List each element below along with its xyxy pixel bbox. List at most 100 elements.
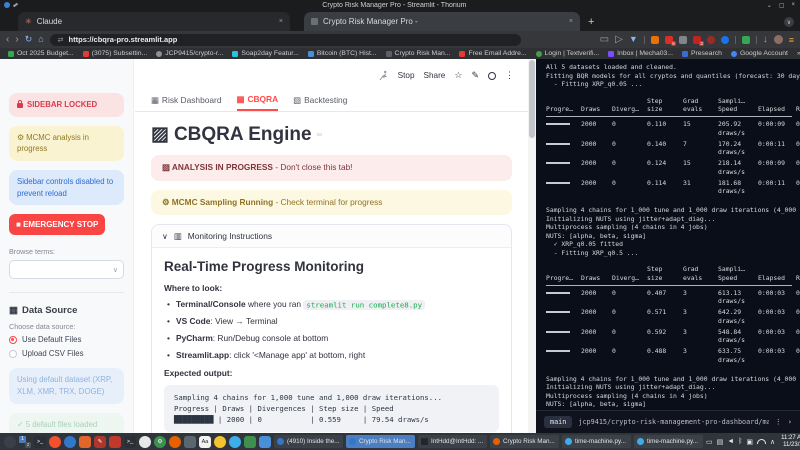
download-icon[interactable]: ↓ (763, 35, 768, 45)
github-icon[interactable] (488, 72, 496, 80)
terminal-launcher-icon[interactable]: >_ (34, 436, 46, 448)
keyboard-icon[interactable]: ▣ (746, 438, 753, 446)
fonts-icon[interactable]: Aa (199, 436, 211, 448)
taskbar-window-firefox[interactable]: Crypto Risk Man... (490, 435, 559, 448)
page-scrollbar[interactable] (528, 59, 536, 433)
browser-tab-claude[interactable]: ✳ Claude × (18, 12, 290, 31)
play-icon[interactable]: ▷ (615, 35, 623, 45)
minimize-button[interactable]: ⌄ (767, 2, 772, 9)
maps-icon[interactable]: ◦ (139, 436, 151, 448)
tab-search-button[interactable]: ∨ (784, 17, 794, 27)
bookmark-item[interactable]: (3075) Subsettin... (83, 50, 148, 57)
chain-progress-bar (546, 182, 570, 184)
bookmark-item[interactable]: Login | Textverifi... (536, 50, 600, 57)
browse-terms-select[interactable]: ∨ (9, 260, 124, 279)
impress-icon[interactable] (109, 436, 121, 448)
emergency-stop-button[interactable]: ■ EMERGENCY STOP (9, 214, 105, 235)
back-icon[interactable]: ‹ (6, 35, 9, 45)
bookmark-item[interactable]: Inbox | Mecha03... (608, 50, 673, 57)
profile-avatar[interactable] (774, 35, 783, 44)
clipboard-icon[interactable]: ▤ (717, 438, 724, 446)
taskbar-window-time-machine-1[interactable]: time-machine.py... (562, 435, 631, 448)
radio-upload-csv[interactable]: Upload CSV Files (9, 349, 124, 358)
chart-icon: ▧ (293, 95, 301, 105)
shield-icon[interactable] (707, 36, 715, 44)
bookmark-favicon (308, 51, 314, 57)
monitoring-instructions-expander: ∨ ▥ Monitoring Instructions Real-Time Pr… (151, 224, 512, 433)
extension-icon[interactable] (721, 36, 729, 44)
edit-icon[interactable]: ✎ (471, 70, 479, 81)
tool-icon[interactable] (79, 436, 91, 448)
forward-icon[interactable]: › (15, 35, 18, 45)
workspace-pager[interactable]: 1 2 (19, 436, 31, 448)
taskbar-window-inside-the[interactable]: (4910) Inside the... (274, 435, 343, 448)
bookmark-item[interactable]: Free Email Addre... (459, 50, 526, 57)
scrollbar-thumb[interactable] (529, 60, 535, 138)
bookmark-item[interactable]: Crypto Risk Man... (386, 50, 451, 57)
tab-close-icon[interactable]: × (569, 18, 573, 25)
anchor-link-icon[interactable]: ∞ (317, 130, 323, 139)
firefox-icon[interactable] (169, 436, 181, 448)
bookmark-item[interactable]: Google Account (731, 50, 788, 57)
maximize-button[interactable]: ▢ (779, 2, 785, 9)
settings-gear-icon[interactable]: ⚙ (154, 436, 166, 448)
taskbar-window-crypto-risk[interactable]: Crypto Risk Man... (346, 435, 415, 448)
chain-progress-bar (546, 331, 570, 333)
bookmark-item[interactable]: Soap2day Featur... (232, 50, 298, 57)
monitor-icon[interactable]: ▭ (706, 438, 713, 446)
tab-close-icon[interactable]: × (279, 18, 283, 25)
reload-icon[interactable]: ↻ (25, 35, 33, 44)
editor-icon[interactable] (184, 436, 196, 448)
extension-icon[interactable]: 6 (665, 36, 673, 44)
tray-expand-icon[interactable]: ∧ (770, 438, 775, 446)
tab-label: Crypto Risk Manager Pro - (323, 17, 418, 26)
terminal-launcher-icon[interactable]: >_ (124, 436, 136, 448)
folder-icon[interactable] (259, 436, 271, 448)
overflow-menu-icon[interactable]: ⋮ (505, 70, 514, 81)
brave-icon[interactable] (49, 436, 61, 448)
taskbar-window-time-machine-2[interactable]: time-machine.py... (634, 435, 703, 448)
stop-button[interactable]: Stop (398, 71, 415, 80)
extension-icon[interactable] (679, 36, 687, 44)
url-bar[interactable]: ⇄ https://cbqra-pro.streamlit.app (50, 34, 521, 46)
wrench-icon[interactable] (244, 436, 256, 448)
extension-icon[interactable] (651, 36, 659, 44)
radio-use-default-files[interactable]: Use Default Files (9, 335, 124, 344)
bookmark-item[interactable]: JCP9415/crypto-r... (156, 50, 223, 57)
star-icon[interactable]: ☆ (454, 70, 462, 81)
bookmark-item[interactable]: Presearch (682, 50, 722, 57)
bluetooth-icon[interactable]: ᛒ (738, 438, 742, 445)
git-branch-badge[interactable]: main (544, 416, 572, 428)
cast-icon[interactable]: ▭ (600, 35, 609, 45)
volume-icon[interactable]: ◄ (727, 438, 734, 445)
close-button[interactable]: × (791, 2, 795, 9)
home-icon[interactable]: ⌂ (38, 35, 43, 44)
share-button[interactable]: Share (424, 71, 446, 80)
tab-risk-dashboard[interactable]: ▦ Risk Dashboard (151, 94, 222, 111)
app-menu-icon[interactable] (4, 436, 16, 448)
taskbar-window-terminal[interactable]: IntHdd@IntHdd: ... (418, 435, 487, 448)
site-info-icon[interactable]: ⇄ (58, 36, 64, 44)
wifi-icon[interactable] (757, 439, 766, 444)
flask-icon[interactable] (742, 36, 750, 44)
bookmark-item[interactable]: Bitcoin (BTC) Hist... (308, 50, 377, 57)
writer-icon[interactable]: ✎ (94, 436, 106, 448)
thorium-icon[interactable] (64, 436, 76, 448)
workspace-2[interactable]: 2 (25, 442, 31, 448)
kebab-menu-icon[interactable]: ⋮ (775, 418, 782, 427)
extension-icon[interactable]: 3 (693, 36, 701, 44)
duck-icon[interactable] (214, 436, 226, 448)
browser-menu-icon[interactable]: ≡ (789, 35, 794, 45)
taskbar-clock[interactable]: 11:27 AM 11/23/25 (781, 435, 800, 448)
tab-backtesting[interactable]: ▧ Backtesting (293, 94, 347, 111)
expand-arrow-icon[interactable]: › (788, 418, 792, 427)
tab-cbqra[interactable]: ▦ CBQRA (237, 94, 279, 111)
expander-header[interactable]: ∨ ▥ Monitoring Instructions (152, 225, 511, 248)
bookmark-star-icon[interactable]: ▼ (629, 35, 638, 44)
bookmark-item[interactable]: Oct 2025 Budget... (8, 50, 74, 57)
window-label: Crypto Risk Man... (503, 438, 555, 445)
browser-tab-crypto-risk[interactable]: Crypto Risk Manager Pro - × (304, 12, 580, 31)
plasma-icon[interactable] (229, 436, 241, 448)
terminal-panel[interactable]: All 5 datasets loaded and cleaned. Fitti… (536, 59, 800, 433)
new-tab-button[interactable]: + (588, 16, 594, 28)
